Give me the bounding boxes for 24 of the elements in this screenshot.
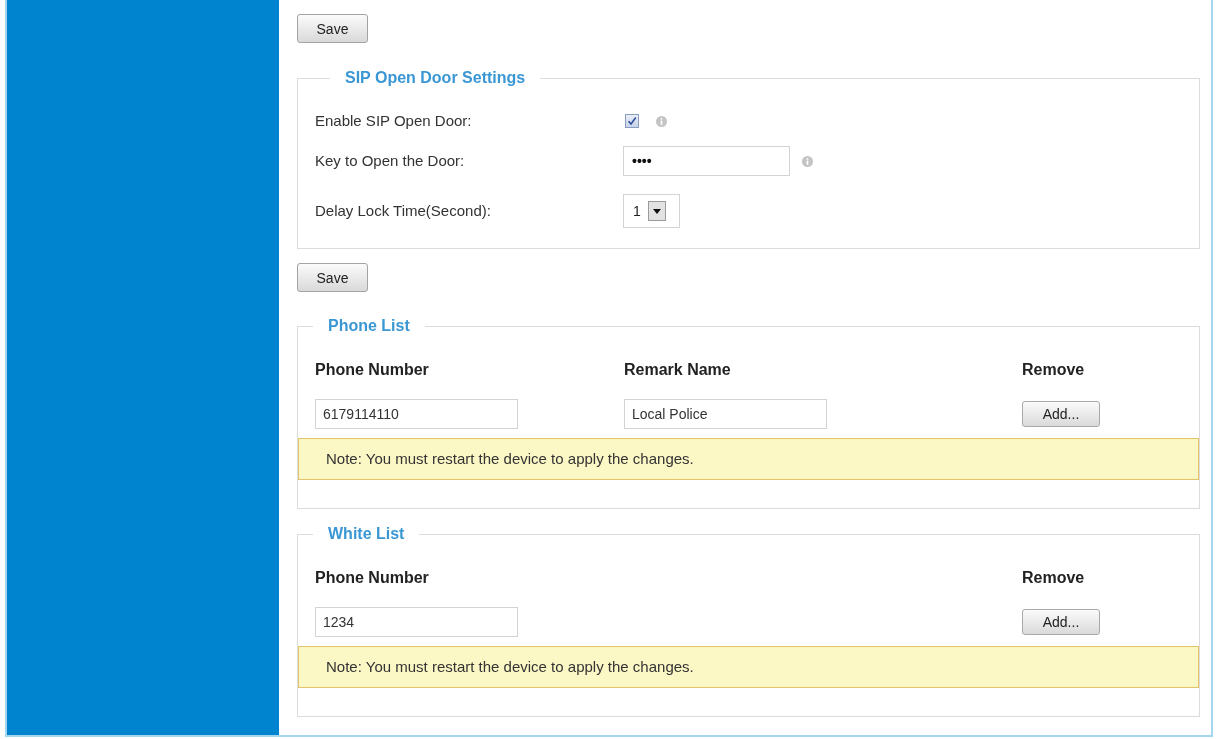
column-header: Phone Number <box>315 569 429 586</box>
restart-note: Note: You must restart the device to apply the changes. <box>298 438 1199 480</box>
restart-note: Note: You must restart the device to apply the changes. <box>298 646 1199 688</box>
input-field[interactable]: Local Police <box>624 399 827 429</box>
password-field[interactable]: •••• <box>623 146 790 176</box>
column-header: Remove <box>1022 361 1085 378</box>
add-button[interactable]: Add... <box>1022 609 1100 635</box>
add-button[interactable]: Add... <box>1022 401 1100 427</box>
column-header: Phone Number <box>315 361 429 378</box>
input-field[interactable]: 6179114110 <box>315 399 518 429</box>
section-title: White List <box>327 524 406 544</box>
column-header: Remove <box>1022 569 1085 586</box>
column-header: Remark Name <box>624 361 731 378</box>
caret-icon <box>647 201 666 221</box>
checkbox[interactable] <box>625 114 639 128</box>
input-field[interactable]: 1234 <box>315 607 518 637</box>
field-label: Delay Lock Time(Second): <box>315 200 492 221</box>
save-button[interactable]: Save <box>297 263 368 292</box>
section-title: SIP Open Door Settings <box>344 68 527 88</box>
save-button[interactable]: Save <box>297 14 368 43</box>
delay-select[interactable]: 1 <box>623 194 680 228</box>
field-label: Key to Open the Door: <box>315 150 466 171</box>
field-label: Enable SIP Open Door: <box>315 110 473 131</box>
section-title: Phone List <box>327 316 411 336</box>
